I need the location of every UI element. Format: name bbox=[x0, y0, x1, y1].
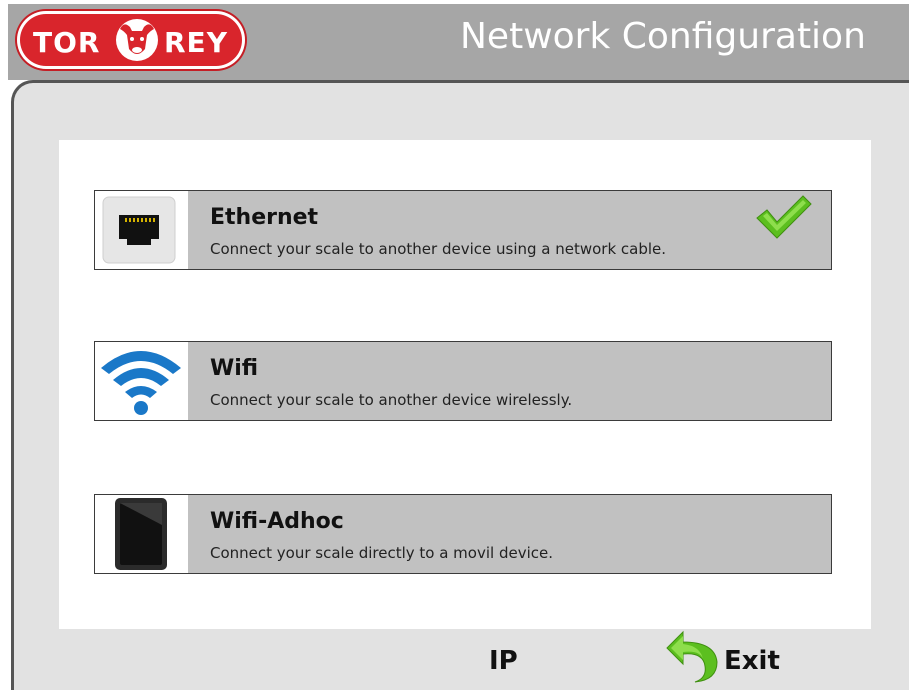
ethernet-port-icon bbox=[102, 196, 176, 264]
ethernet-icon-box bbox=[95, 191, 188, 269]
wifi-description: Connect your scale to another device wir… bbox=[210, 391, 573, 409]
ip-button[interactable]: IP bbox=[489, 646, 518, 676]
bull-icon bbox=[116, 19, 158, 61]
exit-label: Exit bbox=[724, 646, 780, 676]
header-bar: TOR REY Network Configuration bbox=[8, 4, 909, 80]
back-arrow-icon bbox=[666, 630, 718, 683]
exit-button[interactable]: Exit bbox=[665, 630, 790, 686]
tablet-icon-box bbox=[95, 495, 188, 573]
wifi-icon-box bbox=[95, 342, 188, 420]
wifi-adhoc-description: Connect your scale directly to a movil d… bbox=[210, 544, 553, 562]
wifi-title: Wifi bbox=[210, 356, 259, 381]
wifi-option[interactable]: Wifi Connect your scale to another devic… bbox=[94, 341, 832, 421]
ethernet-description: Connect your scale to another device usi… bbox=[210, 240, 667, 258]
logo-text-left: TOR bbox=[33, 26, 101, 59]
page-title: Network Configuration bbox=[460, 16, 866, 57]
torrey-logo: TOR REY bbox=[17, 11, 245, 69]
ethernet-option[interactable]: Ethernet Connect your scale to another d… bbox=[94, 190, 832, 270]
tablet-icon bbox=[115, 498, 167, 570]
wifi-icon bbox=[101, 351, 181, 415]
wifi-adhoc-option[interactable]: Wifi-Adhoc Connect your scale directly t… bbox=[94, 494, 832, 574]
checkmark-icon bbox=[756, 195, 812, 239]
logo-text-right: REY bbox=[164, 26, 228, 59]
ethernet-title: Ethernet bbox=[210, 205, 319, 230]
wifi-adhoc-title: Wifi-Adhoc bbox=[210, 509, 344, 534]
